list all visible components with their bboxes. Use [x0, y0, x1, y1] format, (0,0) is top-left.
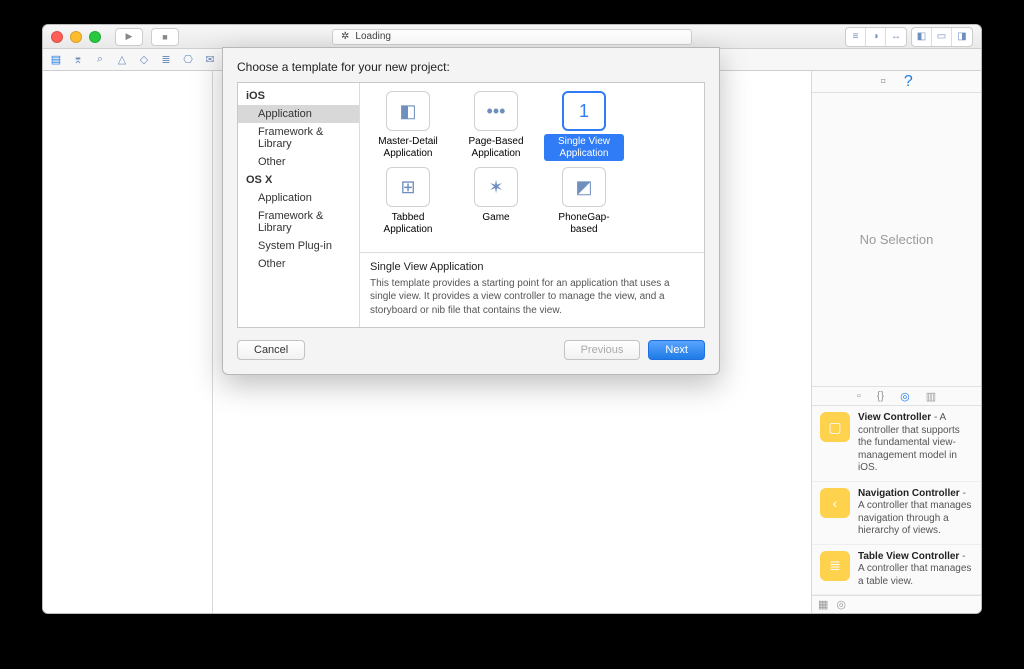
issue-nav-icon[interactable]: △: [115, 53, 129, 66]
category-item[interactable]: System Plug-in: [238, 237, 359, 255]
find-nav-icon[interactable]: ⌕: [93, 53, 107, 66]
standard-editor-icon[interactable]: ≡: [846, 28, 866, 46]
library-footer: ▦ ◎: [812, 595, 981, 613]
category-item[interactable]: Framework & Library: [238, 123, 359, 153]
category-header: iOS: [238, 87, 359, 105]
inspector-panel: ▫ ? No Selection ▫ {} ◎ ▥ ▢ View Control…: [811, 71, 981, 613]
debug-nav-icon[interactable]: ≣: [159, 53, 173, 66]
zoom-window[interactable]: [89, 31, 101, 43]
category-item[interactable]: Application: [238, 105, 359, 123]
traffic-lights: [51, 31, 101, 43]
titlebar: ▶ ■ ✲ Loading ≡ ◑ ↔ ◧ ▭ ◨: [43, 25, 981, 49]
previous-button: Previous: [564, 340, 641, 360]
template-item[interactable]: 1 Single View Application: [544, 91, 624, 161]
category-item[interactable]: Other: [238, 255, 359, 273]
next-button[interactable]: Next: [648, 340, 705, 360]
template-label: PhoneGap-based: [544, 210, 624, 237]
quickhelp-inspector-icon[interactable]: ?: [904, 73, 913, 91]
template-item[interactable]: ⊞ Tabbed Application: [368, 167, 448, 237]
cancel-button[interactable]: Cancel: [237, 340, 305, 360]
version-editor-icon[interactable]: ↔: [886, 28, 906, 46]
library-item-text: View Controller - A controller that supp…: [858, 412, 973, 475]
category-item[interactable]: Framework & Library: [238, 207, 359, 237]
library-item-icon: ▢: [820, 412, 850, 442]
template-icon: •••: [474, 91, 518, 131]
library-item-icon: ‹: [820, 488, 850, 518]
navigator-panel: [43, 71, 213, 613]
library-item[interactable]: ▢ View Controller - A controller that su…: [812, 406, 981, 482]
toggle-utilities-icon[interactable]: ◨: [952, 28, 972, 46]
template-icon: ◧: [386, 91, 430, 131]
template-grid: ◧ Master-Detail Application••• Page-Base…: [360, 83, 704, 252]
editor-mode-seg[interactable]: ≡ ◑ ↔: [845, 27, 907, 47]
stop-button[interactable]: ■: [151, 28, 179, 46]
lib-filter-icon[interactable]: ◎: [836, 598, 846, 611]
activity-text: Loading: [355, 31, 391, 42]
library-item[interactable]: ≣ Table View Controller - A controller t…: [812, 545, 981, 596]
test-nav-icon[interactable]: ◇: [137, 53, 151, 66]
object-lib-icon[interactable]: ◎: [900, 390, 910, 403]
panel-toggle-seg[interactable]: ◧ ▭ ◨: [911, 27, 973, 47]
template-item[interactable]: ◧ Master-Detail Application: [368, 91, 448, 161]
template-label: Master-Detail Application: [368, 134, 448, 161]
template-item[interactable]: ••• Page-Based Application: [456, 91, 536, 161]
toggle-debug-icon[interactable]: ▭: [932, 28, 952, 46]
sheet-title: Choose a template for your new project:: [237, 60, 705, 74]
no-selection-label: No Selection: [860, 232, 934, 247]
close-window[interactable]: [51, 31, 63, 43]
lib-grid-icon[interactable]: ▦: [818, 598, 828, 611]
category-item[interactable]: Other: [238, 153, 359, 171]
spinner-icon: ✲: [341, 31, 349, 42]
template-label: Tabbed Application: [368, 210, 448, 237]
template-label: Page-Based Application: [456, 134, 536, 161]
template-icon: ✶: [474, 167, 518, 207]
file-template-lib-icon[interactable]: ▫: [857, 390, 861, 402]
library-item-text: Navigation Controller - A controller tha…: [858, 488, 973, 538]
library-item[interactable]: ‹ Navigation Controller - A controller t…: [812, 482, 981, 545]
library-tabs: ▫ {} ◎ ▥: [812, 386, 981, 406]
desc-body: This template provides a starting point …: [370, 277, 694, 318]
template-icon: ⊞: [386, 167, 430, 207]
template-label: Single View Application: [544, 134, 624, 161]
template-item[interactable]: ✶ Game: [456, 167, 536, 237]
template-item[interactable]: ◩ PhoneGap-based: [544, 167, 624, 237]
library-item-icon: ≣: [820, 551, 850, 581]
file-inspector-icon[interactable]: ▫: [880, 73, 886, 91]
new-project-sheet: Choose a template for your new project: …: [222, 47, 720, 375]
category-header: OS X: [238, 171, 359, 189]
inspector-empty: No Selection: [812, 93, 981, 386]
inspector-tabs: ▫ ?: [812, 71, 981, 93]
library-list[interactable]: ▢ View Controller - A controller that su…: [812, 406, 981, 595]
media-lib-icon[interactable]: ▥: [926, 390, 936, 403]
activity-viewer: ✲ Loading: [332, 29, 692, 45]
assistant-editor-icon[interactable]: ◑: [866, 28, 886, 46]
project-nav-icon[interactable]: ▤: [49, 53, 63, 66]
category-item[interactable]: Application: [238, 189, 359, 207]
breakpoint-nav-icon[interactable]: ⎔: [181, 53, 195, 66]
category-sidebar: iOSApplicationFramework & LibraryOtherOS…: [238, 83, 360, 327]
template-icon: 1: [562, 91, 606, 131]
toggle-navigator-icon[interactable]: ◧: [912, 28, 932, 46]
template-icon: ◩: [562, 167, 606, 207]
symbol-nav-icon[interactable]: ⌆: [71, 53, 85, 66]
desc-heading: Single View Application: [370, 261, 694, 273]
library-item-text: Table View Controller - A controller tha…: [858, 551, 973, 589]
minimize-window[interactable]: [70, 31, 82, 43]
template-label: Game: [479, 210, 512, 226]
template-description: Single View Application This template pr…: [360, 252, 704, 328]
report-nav-icon[interactable]: ✉: [203, 53, 217, 66]
code-snippet-lib-icon[interactable]: {}: [877, 390, 884, 402]
run-button[interactable]: ▶: [115, 28, 143, 46]
